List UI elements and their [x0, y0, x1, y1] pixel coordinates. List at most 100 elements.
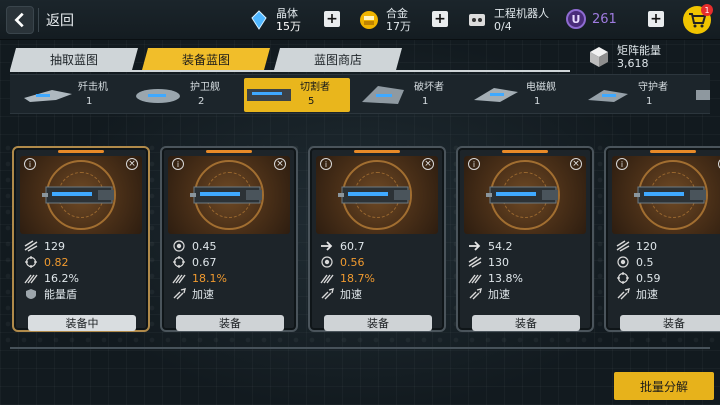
card-stat: 0.5 [616, 254, 720, 270]
blueprint-card[interactable]: i × 129 0.82 16.2% 能量盾装备中 [12, 146, 150, 332]
card-stats: 129 0.82 16.2% 能量盾 [24, 238, 142, 302]
blueprint-card[interactable]: i× 120 0.5 0.59 加速装备 [604, 146, 720, 332]
equip-button[interactable]: 装备中 [28, 315, 136, 331]
info-icon[interactable]: i [468, 158, 480, 170]
card-stat: 加速 [320, 286, 438, 302]
add-alloy-button[interactable]: + [432, 11, 448, 27]
ship-item-escort[interactable]: 护卫舰 2 [134, 78, 240, 112]
close-icon[interactable]: × [274, 158, 286, 170]
equip-button[interactable]: 装备 [176, 315, 284, 331]
card-top-accent [58, 150, 104, 153]
target-icon [320, 256, 334, 268]
ship-name: 歼击机 [78, 82, 108, 93]
premium-currency: U 261 [566, 9, 617, 29]
shop-cart-button[interactable]: 1 [683, 4, 713, 34]
card-stat: 0.45 [172, 238, 290, 254]
weapon-preview: i× [612, 156, 720, 234]
cart-badge: 1 [701, 4, 713, 16]
ship-name: 护卫舰 [190, 82, 220, 93]
stat-value: 18.1% [192, 271, 227, 285]
crystal-icon [248, 9, 270, 31]
card-stat: 能量盾 [24, 286, 142, 302]
card-stat: 加速 [616, 286, 720, 302]
matrix-energy-label: 矩阵能量 [617, 44, 661, 57]
crosshair-icon [24, 256, 38, 268]
blueprint-card[interactable]: i × 54.2 130 13.8% 加速 装备 [456, 146, 594, 332]
equip-button[interactable]: 装备 [472, 315, 580, 331]
firepower-icon [468, 256, 482, 268]
ship-icon [136, 89, 180, 103]
weapon-preview: i× [168, 156, 290, 234]
tab-underline [10, 70, 570, 72]
ship-item-partial[interactable] [694, 78, 710, 112]
stat-value: 13.8% [488, 271, 523, 285]
info-icon[interactable]: i [24, 158, 36, 170]
ship-name: 电磁舰 [526, 82, 556, 93]
card-stat: 加速 [468, 286, 586, 302]
ship-item-em-ship[interactable]: 电磁舰 1 [470, 78, 576, 112]
stat-value: 120 [636, 239, 657, 253]
target-icon [616, 256, 630, 268]
tab-blueprint-shop[interactable]: 蓝图商店 [274, 48, 402, 70]
ship-name: 切割者 [300, 82, 330, 93]
ship-item-cutter[interactable]: 切割者 5 [244, 78, 350, 112]
blueprint-card[interactable]: i × 0.45 0.67 18.1% 加速 装备 [160, 146, 298, 332]
info-icon[interactable]: i [172, 158, 184, 170]
tab-bar: 抽取蓝图 装备蓝图 蓝图商店 [10, 48, 406, 70]
ship-count: 1 [422, 96, 429, 107]
equip-button[interactable]: 装备 [620, 315, 720, 331]
cutter-weapon-icon [42, 186, 114, 204]
burst-icon [24, 272, 38, 284]
divider [10, 347, 710, 349]
back-button[interactable] [6, 6, 34, 34]
weapon-preview: i× [316, 156, 438, 234]
add-crystal-button[interactable]: + [324, 11, 340, 27]
stat-value: 加速 [192, 288, 214, 301]
card-stats: 120 0.5 0.59 加速 [616, 238, 720, 302]
card-stat: 0.56 [320, 254, 438, 270]
card-stat: 0.67 [172, 254, 290, 270]
ship-name: 守护者 [638, 82, 668, 93]
card-top-accent [650, 150, 696, 153]
burst-icon [468, 272, 482, 284]
boost-icon [320, 288, 334, 300]
card-stat: 130 [468, 254, 586, 270]
resource-name: 工程机器人 [494, 7, 549, 20]
top-bar: 返回 晶体 15万 + 合金 17万 + 工程机器人 0/4 U 261 + 1 [0, 0, 720, 40]
add-premium-button[interactable]: + [648, 11, 664, 27]
ship-icon [24, 90, 72, 102]
ship-item-destroyer[interactable]: 破坏者 1 [358, 78, 464, 112]
card-stat: 60.7 [320, 238, 438, 254]
blueprint-card[interactable]: i × 60.7 0.56 18.7% 加速 装备 [308, 146, 446, 332]
ship-item-guardian[interactable]: 守护者 1 [582, 78, 688, 112]
ship-item-fighter[interactable]: 歼击机 1 [22, 78, 128, 112]
equip-button[interactable]: 装备 [324, 315, 432, 331]
tab-draw-blueprint[interactable]: 抽取蓝图 [10, 48, 138, 70]
firepower-icon [616, 240, 630, 252]
card-stat: 129 [24, 238, 142, 254]
tab-equip-blueprint[interactable]: 装备蓝图 [142, 48, 270, 70]
stat-value: 16.2% [44, 271, 79, 285]
card-stat: 18.7% [320, 270, 438, 286]
resource-alloy: 合金 17万 [358, 5, 411, 35]
ship-name: 破坏者 [414, 82, 444, 93]
card-stat: 18.1% [172, 270, 290, 286]
close-icon[interactable]: × [570, 158, 582, 170]
info-icon[interactable]: i [616, 158, 628, 170]
shield-icon [24, 288, 38, 300]
ship-icon [247, 89, 291, 101]
ship-count: 5 [308, 96, 315, 107]
close-icon[interactable]: × [422, 158, 434, 170]
close-icon[interactable]: × [126, 158, 138, 170]
batch-disassemble-button[interactable]: 批量分解 [614, 372, 714, 400]
matrix-energy: 矩阵能量 3,618 [587, 44, 661, 70]
crosshair-icon [616, 272, 630, 284]
ship-count: 1 [86, 96, 93, 107]
info-icon[interactable]: i [320, 158, 332, 170]
cutter-weapon-icon [338, 186, 410, 204]
ship-count: 1 [534, 96, 541, 107]
resource-name: 晶体 [276, 7, 298, 20]
back-label[interactable]: 返回 [46, 10, 74, 30]
card-stats: 0.45 0.67 18.1% 加速 [172, 238, 290, 302]
stat-value: 0.45 [192, 239, 217, 253]
